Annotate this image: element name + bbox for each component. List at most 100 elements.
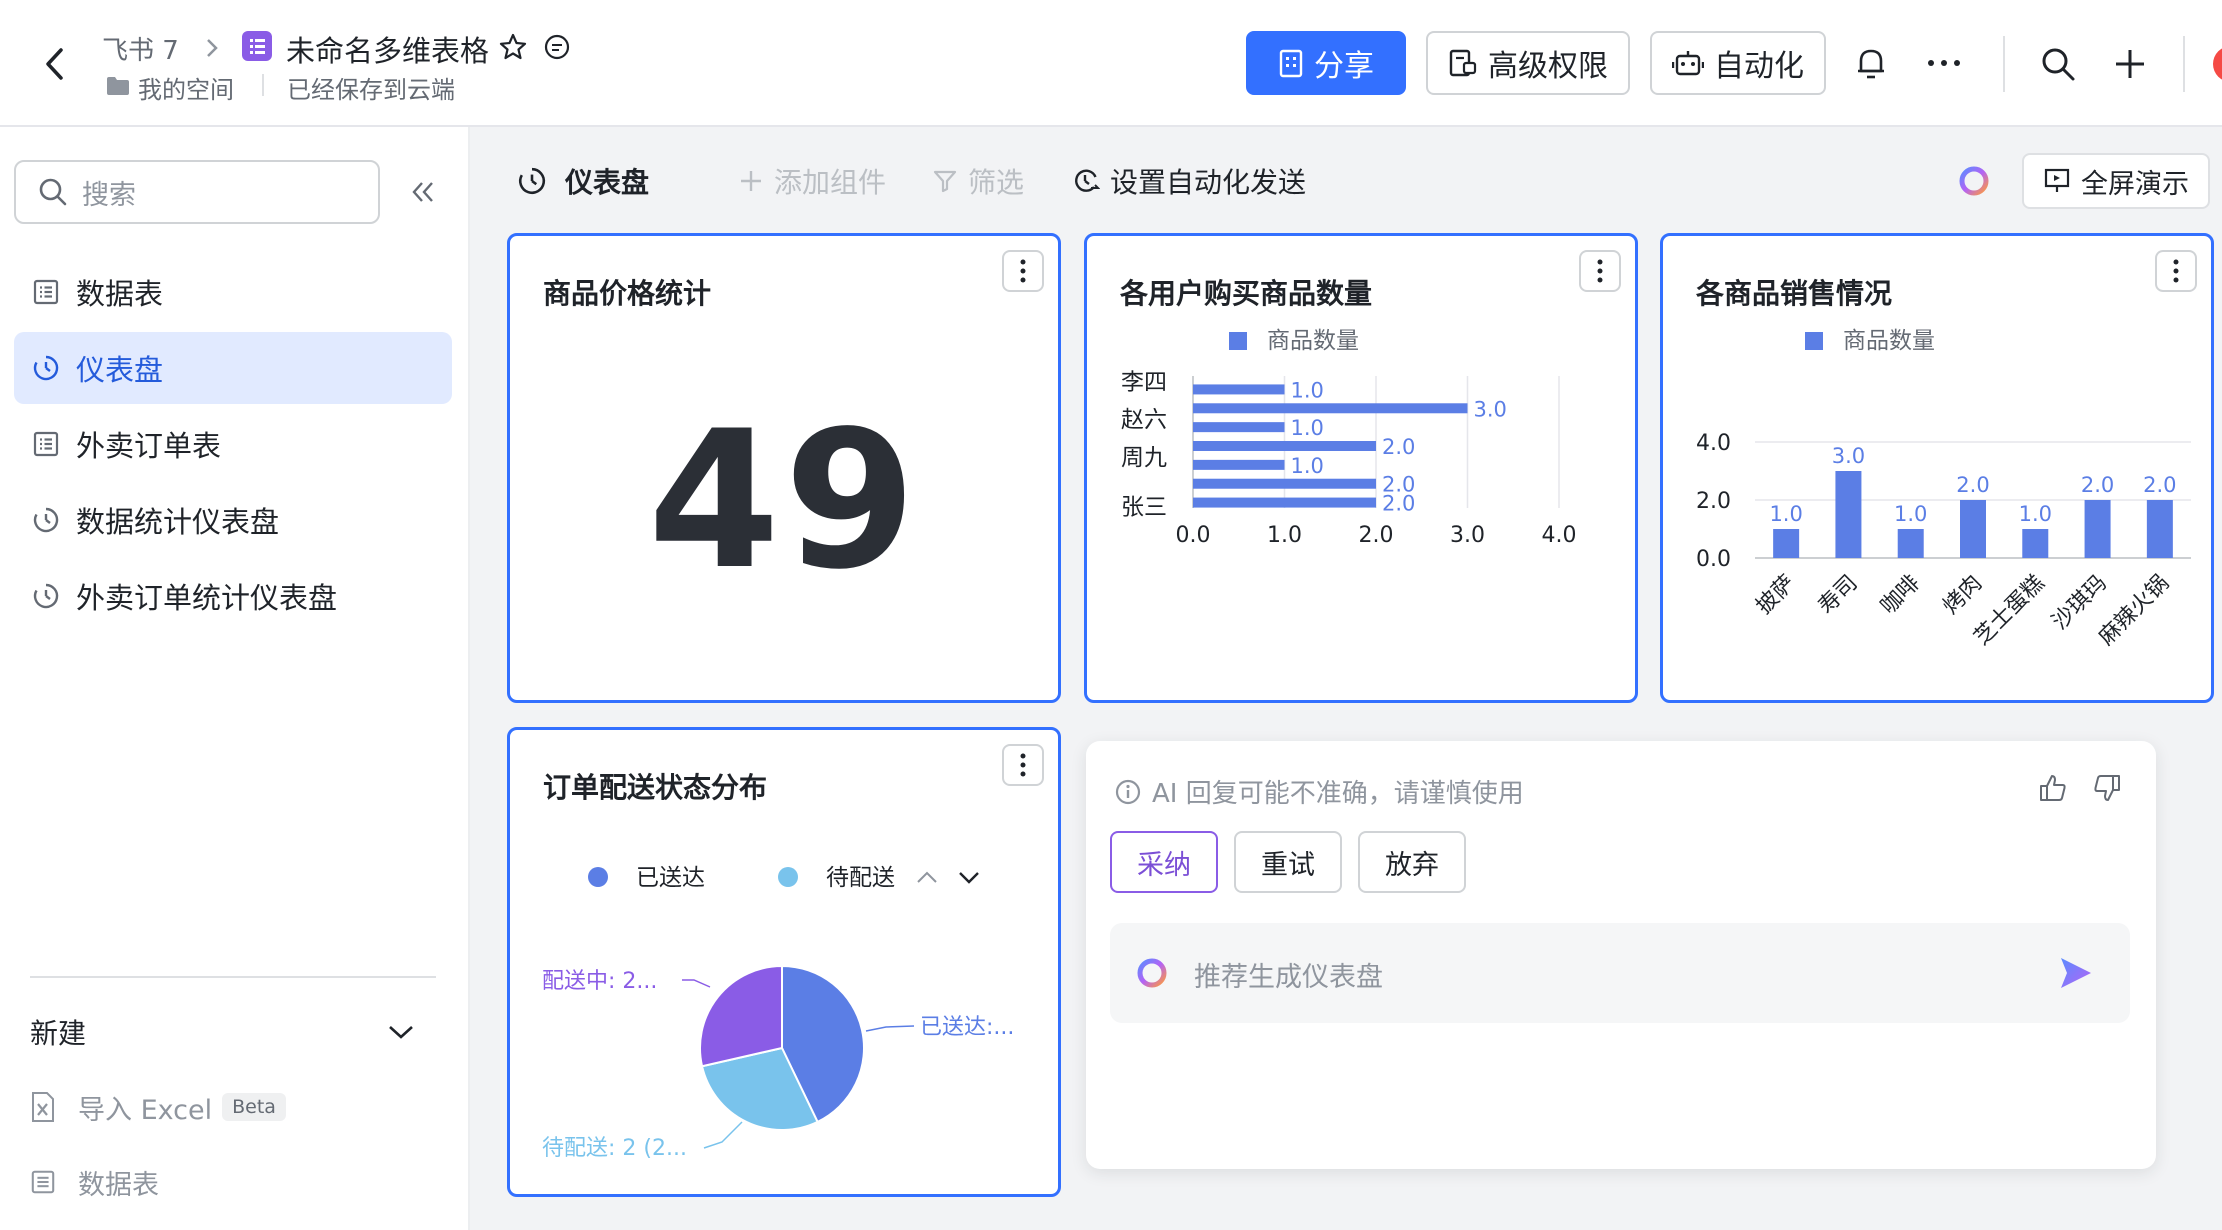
- breadcrumb-app[interactable]: 飞书 7: [102, 30, 179, 67]
- legend-label: 已送达: [636, 865, 705, 891]
- search-input[interactable]: 搜索: [14, 160, 380, 224]
- data-label: 1.0: [1769, 502, 1802, 526]
- card-more-button[interactable]: [1002, 250, 1044, 292]
- delivery-status-chart-card[interactable]: 订单配送状态分布 已送达 待配送 已送达:... 待配送: 2 (2... 配送中: 2…: [507, 727, 1061, 1197]
- big-number: 49: [647, 390, 921, 611]
- auto-send-button[interactable]: 设置自动化发送: [1072, 161, 1306, 201]
- filter-button[interactable]: 筛选: [932, 161, 1024, 201]
- permission-label: 高级权限: [1488, 49, 1608, 84]
- add-widget-button[interactable]: 添加组件: [738, 161, 886, 201]
- legend-marker: [588, 867, 608, 887]
- star-icon[interactable]: [498, 32, 528, 62]
- share-button[interactable]: 分享: [1246, 31, 1406, 95]
- dashboard-title: 仪表盘: [517, 161, 649, 201]
- dashboard-label: 仪表盘: [565, 166, 650, 199]
- thumbs-up-icon[interactable]: [2038, 773, 2068, 803]
- automation-button[interactable]: 自动化: [1650, 31, 1826, 95]
- legend-swatch: [1805, 332, 1823, 350]
- sidebar: 搜索 数据表 仪表盘 外卖订单表 数据统计仪表盘 外卖订单统计仪表盘 新建 导入…: [0, 127, 470, 1230]
- data-label: 1.0: [2019, 502, 2052, 526]
- collapse-sidebar-icon[interactable]: [410, 179, 436, 205]
- plus-icon: [738, 168, 764, 194]
- bar: [1773, 529, 1800, 558]
- back-icon[interactable]: [40, 44, 70, 84]
- sidebar-item-label: 仪表盘: [76, 353, 164, 387]
- beta-badge: Beta: [222, 1093, 286, 1121]
- price-stat-card[interactable]: 商品价格统计 49: [507, 233, 1061, 703]
- adopt-button[interactable]: 采纳: [1110, 831, 1218, 893]
- divider: [262, 74, 264, 96]
- sidebar-item-takeout-orders[interactable]: 外卖订单表: [14, 408, 452, 480]
- bar: [1193, 478, 1376, 489]
- fullscreen-presentation-button[interactable]: 全屏演示: [2022, 153, 2210, 209]
- ai-assistant-icon[interactable]: [1956, 163, 1992, 199]
- y-category-label: 李四: [1121, 369, 1167, 395]
- sidebar-item-label: 数据表: [76, 277, 164, 311]
- bell-icon[interactable]: [1855, 46, 1887, 80]
- sidebar-item-label: 外卖订单统计仪表盘: [76, 581, 338, 615]
- data-label: 1.0: [1894, 502, 1927, 526]
- dashboard-main: 仪表盘 添加组件 筛选 设置自动化发送 全屏演示 商品价格统计 49 各用户购买…: [470, 127, 2222, 1230]
- ai-prompt-input[interactable]: 推荐生成仪表盘: [1110, 923, 2130, 1023]
- y-category-label: 赵六: [1121, 407, 1167, 433]
- x-tick-label: 4.0: [1542, 523, 1577, 548]
- search-icon[interactable]: [2040, 46, 2076, 82]
- import-excel-item[interactable]: 导入 Excel Beta: [30, 1082, 286, 1132]
- divider: [2183, 36, 2185, 92]
- x-tick-label: 2.0: [1359, 523, 1394, 548]
- breadcrumb-folder[interactable]: 我的空间: [138, 70, 234, 105]
- ai-notice-text: AI 回复可能不准确，请谨慎使用: [1152, 779, 1524, 809]
- bar: [2084, 500, 2111, 558]
- x-tick-label: 0.0: [1176, 523, 1211, 548]
- table-icon: [32, 278, 60, 306]
- clock-send-icon: [1072, 167, 1100, 195]
- x-category-label: 寿司: [1814, 571, 1863, 620]
- comment-icon[interactable]: [543, 33, 571, 61]
- x-category-label: 麻辣火锅: [2094, 571, 2174, 651]
- thumbs-down-icon[interactable]: [2092, 773, 2122, 803]
- y-tick-label: 2.0: [1696, 489, 1731, 514]
- x-category-label: 芝士蛋糕: [1970, 571, 2050, 651]
- product-sales-chart-card[interactable]: 各商品销售情况 商品数量 0.0 2.0 4.0 1.0 披萨 3.0 寿司 1.0 咖啡 2.0 烤…: [1660, 233, 2214, 703]
- table-icon: [30, 1169, 56, 1195]
- doc-title[interactable]: 未命名多维表格: [286, 28, 489, 70]
- bar: [1193, 441, 1376, 451]
- new-data-table-item[interactable]: 数据表: [30, 1157, 159, 1207]
- user-qty-chart-card[interactable]: 各用户购买商品数量 商品数量 0.0 1.0 2.0 3.0 4.0 1.0 3.0 1.0 2.…: [1084, 233, 1638, 703]
- fullscreen-label: 全屏演示: [2081, 168, 2189, 200]
- bitable-icon: [242, 31, 272, 61]
- new-section-toggle[interactable]: 新建: [30, 1007, 416, 1057]
- horizontal-bar-chart: 商品数量0.0 1.0 2.0 3.0 4.01.03.01.02.01.02.02.0…: [1121, 328, 1577, 548]
- plus-icon[interactable]: [2113, 47, 2147, 81]
- sidebar-item-label: 外卖订单表: [76, 429, 222, 463]
- sidebar-item-data-table[interactable]: 数据表: [14, 256, 452, 328]
- leader-line: [703, 1121, 743, 1149]
- data-label: 1.0: [1291, 416, 1324, 440]
- robot-icon: [1672, 48, 1704, 78]
- data-label: 1.0: [1291, 454, 1324, 478]
- data-label: 3.0: [1474, 397, 1507, 421]
- y-tick-label: 4.0: [1696, 431, 1731, 456]
- filter-icon: [932, 168, 958, 194]
- table-icon: [32, 430, 60, 458]
- pie-chart: 已送达 待配送已送达:... 待配送: 2 (2... 配送中: 2...: [542, 865, 1014, 1161]
- sidebar-item-dashboard[interactable]: 仪表盘: [14, 332, 452, 404]
- permission-icon: [1448, 48, 1478, 78]
- sidebar-item-order-stats-dashboard[interactable]: 外卖订单统计仪表盘: [14, 560, 452, 632]
- bar: [1193, 459, 1285, 470]
- more-icon[interactable]: [1926, 58, 1962, 68]
- avatar[interactable]: [2213, 46, 2222, 82]
- ai-assistant-icon: [1134, 955, 1170, 991]
- discard-button[interactable]: 放弃: [1358, 831, 1466, 893]
- legend-prev-icon: [917, 871, 937, 883]
- filter-label: 筛选: [968, 166, 1025, 199]
- import-excel-label: 导入 Excel: [78, 1094, 213, 1126]
- share-label: 分享: [1314, 49, 1374, 84]
- send-icon[interactable]: [2058, 955, 2094, 991]
- excel-file-icon: [30, 1091, 56, 1123]
- chevron-down-icon: [386, 1022, 416, 1042]
- save-status: 已经保存到云端: [287, 76, 455, 104]
- advanced-permission-button[interactable]: 高级权限: [1426, 31, 1630, 95]
- retry-button[interactable]: 重试: [1234, 831, 1342, 893]
- sidebar-item-stats-dashboard[interactable]: 数据统计仪表盘: [14, 484, 452, 556]
